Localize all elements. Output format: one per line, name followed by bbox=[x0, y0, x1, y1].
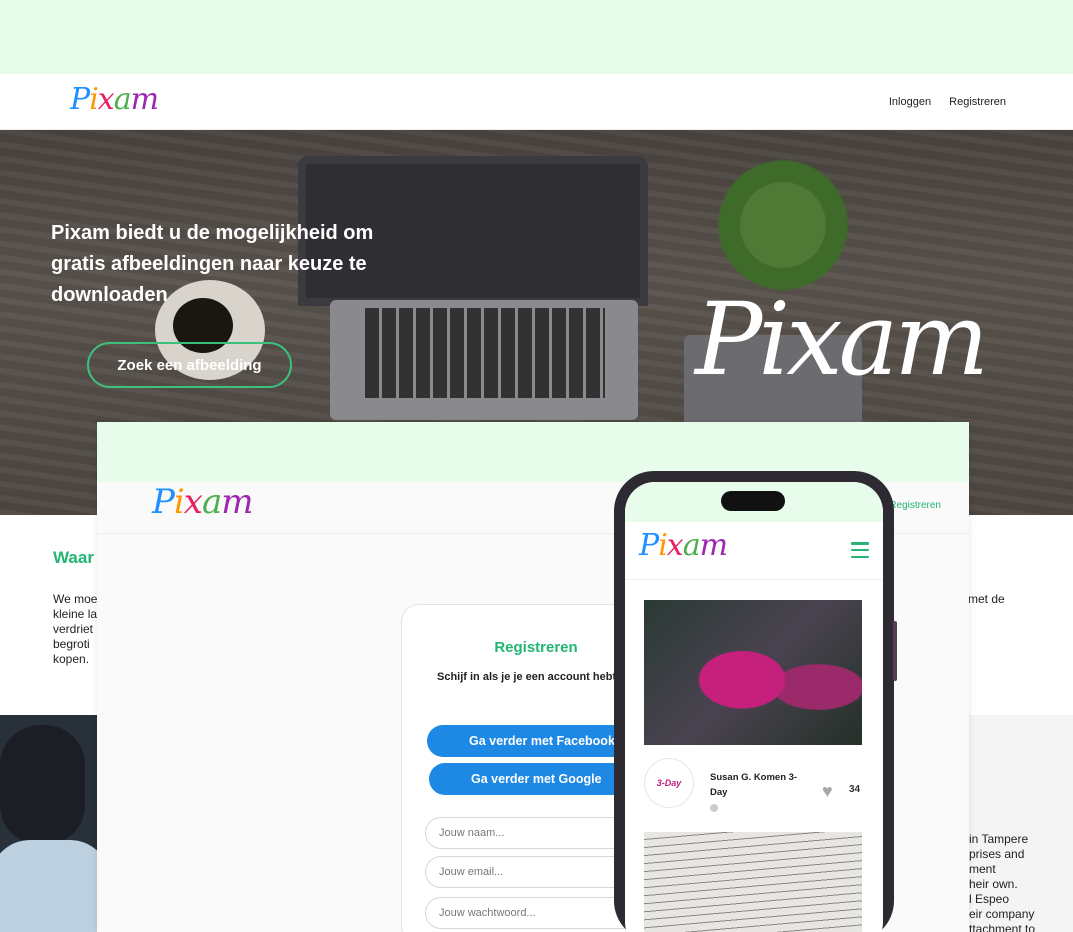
lower-text: in Tampere prises and ment heir own. l E… bbox=[969, 832, 1036, 932]
hamburger-menu-icon[interactable] bbox=[851, 542, 869, 558]
hero-title: Pixam biedt u de mogelijkheid om gratis … bbox=[51, 222, 374, 306]
section-title: Waar bbox=[53, 548, 94, 567]
author-name[interactable]: Susan G. Komen 3-Day bbox=[710, 770, 810, 800]
feed-image-runners[interactable] bbox=[644, 600, 862, 745]
phone-notch bbox=[721, 491, 785, 511]
mock-register-link[interactable]: Registreren bbox=[889, 500, 941, 511]
login-link[interactable]: Inloggen bbox=[889, 96, 931, 108]
top-navbar: Pixam Inloggen Registreren bbox=[0, 74, 1073, 130]
person-photo bbox=[0, 715, 97, 932]
feed-post-meta: 3-Day Susan G. Komen 3-Day ♥ 34 bbox=[644, 752, 864, 812]
heart-icon[interactable]: ♥ bbox=[822, 782, 844, 800]
section-body-right: met de bbox=[968, 592, 1005, 606]
hero-logo-overlay: Pixam bbox=[695, 281, 989, 398]
author-avatar[interactable]: 3-Day bbox=[644, 758, 694, 808]
phone-side-button bbox=[893, 621, 897, 681]
plant-image bbox=[708, 150, 858, 300]
register-link[interactable]: Registreren bbox=[949, 96, 1006, 108]
author-status-dot bbox=[710, 804, 718, 812]
phone-screen: Pixam 3-Day Susan G. Komen 3-Day ♥ 34 bbox=[625, 482, 883, 932]
phone-mockup: Pixam 3-Day Susan G. Komen 3-Day ♥ 34 bbox=[614, 471, 897, 932]
register-subtitle: Schijf in als je je een account hebt bbox=[437, 671, 617, 683]
top-mint-band bbox=[0, 0, 1073, 74]
phone-pixam-logo[interactable]: Pixam bbox=[639, 528, 728, 563]
search-image-button[interactable]: Zoek een afbeelding bbox=[87, 342, 292, 388]
keyboard-image bbox=[365, 308, 605, 398]
nav-links: Inloggen Registreren bbox=[874, 96, 1006, 108]
feed-image-sheet-music[interactable] bbox=[644, 832, 862, 932]
pixam-logo[interactable]: Pixam bbox=[70, 82, 159, 117]
mock-pixam-logo[interactable]: Pixam bbox=[152, 482, 253, 522]
phone-navbar: Pixam bbox=[625, 522, 883, 580]
like-count: 34 bbox=[849, 784, 861, 795]
